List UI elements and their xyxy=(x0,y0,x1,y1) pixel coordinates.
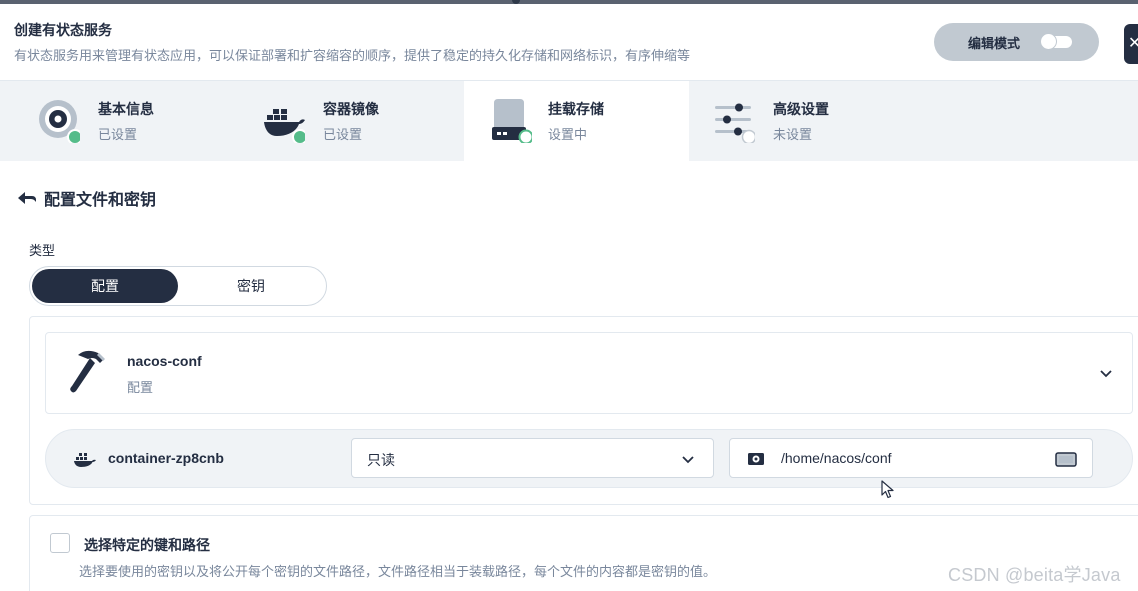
access-mode-value: 只读 xyxy=(367,452,395,468)
config-kind: 配置 xyxy=(127,380,154,395)
sliders-icon xyxy=(715,103,755,143)
config-name: nacos-conf xyxy=(127,353,202,369)
storage-icon xyxy=(492,99,532,143)
tab-basic-info[interactable]: 基本信息 已设置 xyxy=(0,81,225,161)
edit-mode-label: 编辑模式 xyxy=(968,35,1021,51)
mount-path-input[interactable]: /home/nacos/conf xyxy=(729,438,1093,478)
watermark: CSDN @beita学Java xyxy=(948,565,1121,585)
close-button[interactable]: ✕ xyxy=(1124,24,1138,64)
edit-mode-toggle-button[interactable]: 编辑模式 xyxy=(934,23,1099,61)
tab-advanced-settings[interactable]: 高级设置 未设置 xyxy=(689,81,914,161)
mouse-cursor-icon xyxy=(881,480,894,499)
chevron-down-icon xyxy=(682,456,694,464)
back-arrow-icon[interactable] xyxy=(16,188,38,208)
step-status: 已设置 xyxy=(98,127,138,142)
type-segmented-control: 配置 密钥 xyxy=(29,266,327,306)
config-select-item[interactable]: nacos-conf 配置 xyxy=(45,332,1133,414)
modal-header: 创建有状态服务 有状态服务用来管理有状态应用，可以保证部署和扩容缩容的顺序，提供… xyxy=(0,4,1138,81)
tab-container-image[interactable]: 容器镜像 已设置 xyxy=(225,81,450,161)
toggle-switch[interactable] xyxy=(1041,34,1072,49)
type-option-secret[interactable]: 密钥 xyxy=(178,269,324,303)
step-name: 高级设置 xyxy=(773,101,829,117)
disk-path-icon xyxy=(748,453,764,465)
step-status: 设置中 xyxy=(548,127,588,142)
toggle-knob xyxy=(1041,34,1056,49)
mount-path-value: /home/nacos/conf xyxy=(781,450,892,466)
access-mode-select[interactable]: 只读 xyxy=(351,438,714,478)
tab-mount-storage[interactable]: 挂载存储 设置中 xyxy=(464,81,689,161)
specific-keys-description: 选择要使用的密钥以及将公开每个密钥的文件路径，文件路径相当于装载路径，每个文件的… xyxy=(79,564,717,579)
hammer-icon xyxy=(70,350,105,393)
step-name: 挂载存储 xyxy=(548,101,604,117)
page-description: 有状态服务用来管理有状态应用，可以保证部署和扩容缩容的顺序，提供了稳定的持久化存… xyxy=(14,48,691,63)
specific-keys-label: 选择特定的键和路径 xyxy=(84,537,210,553)
type-option-config[interactable]: 配置 xyxy=(32,269,178,303)
specific-keys-checkbox[interactable] xyxy=(50,533,70,553)
step-name: 容器镜像 xyxy=(323,101,379,117)
container-name: container-zp8cnb xyxy=(108,450,224,466)
page-title: 创建有状态服务 xyxy=(14,22,112,38)
step-tabs: 基本信息 已设置 容器镜像 已设置 挂载存储 设置中 高级设置 未设置 xyxy=(0,81,1138,161)
section-title: 配置文件和密钥 xyxy=(44,192,157,209)
section-header: 配置文件和密钥 xyxy=(16,186,156,210)
mount-row: container-zp8cnb 只读 /home/nacos/conf xyxy=(45,429,1133,488)
disc-icon xyxy=(39,100,80,143)
terminal-icon[interactable] xyxy=(1055,452,1077,467)
close-icon: ✕ xyxy=(1128,35,1138,52)
step-status: 已设置 xyxy=(323,127,363,142)
chevron-down-icon[interactable] xyxy=(1098,365,1114,381)
type-label: 类型 xyxy=(29,243,56,258)
step-name: 基本信息 xyxy=(98,101,154,117)
docker-icon xyxy=(264,109,305,143)
step-status: 未设置 xyxy=(773,127,813,142)
docker-icon xyxy=(74,453,96,467)
